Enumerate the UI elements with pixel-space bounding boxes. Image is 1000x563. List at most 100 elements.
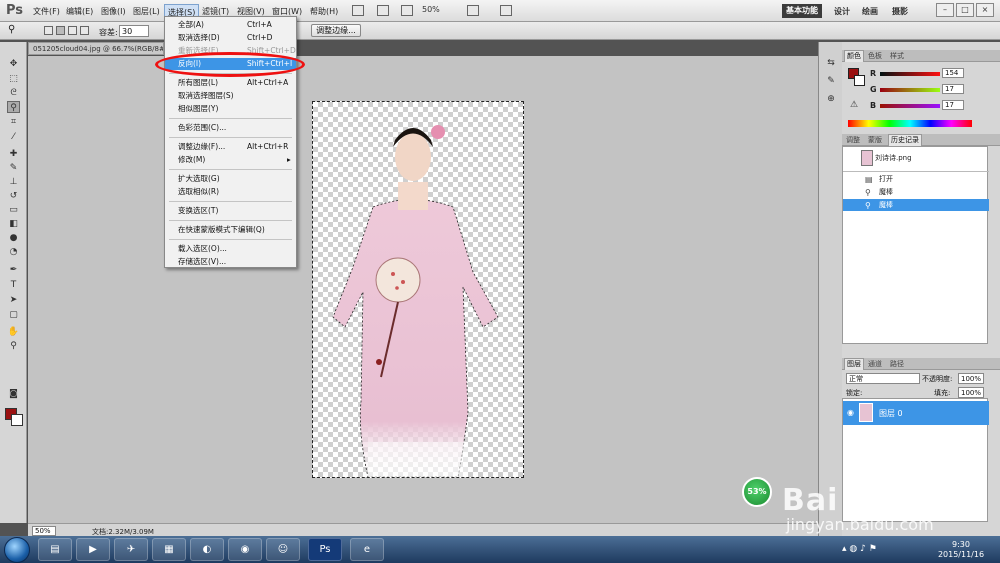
- gradient-tool-icon[interactable]: ◧: [7, 218, 20, 230]
- opacity-input[interactable]: 100%: [958, 373, 984, 384]
- start-button[interactable]: [4, 537, 30, 563]
- document-tab[interactable]: 051205cloud04.jpg @ 66.7%(RGB/8#): [28, 42, 164, 55]
- blue-value-input[interactable]: 17: [942, 100, 964, 110]
- gamut-warning-icon[interactable]: ⚠: [850, 100, 858, 110]
- menu-item-color-range[interactable]: 色彩范围(C)...: [165, 122, 296, 134]
- view-extras-icon[interactable]: [401, 5, 413, 16]
- menu-item-grow[interactable]: 扩大选取(G): [165, 173, 296, 185]
- move-tool-icon[interactable]: ✥: [7, 58, 20, 70]
- green-slider[interactable]: [880, 88, 940, 92]
- tab-swatches[interactable]: 色板: [866, 51, 884, 61]
- color-spectrum-ramp[interactable]: [848, 120, 972, 127]
- bridge-icon[interactable]: [352, 5, 364, 16]
- menu-item-deselect[interactable]: 取消选择(D) Ctrl+D: [165, 32, 296, 44]
- minimize-button[interactable]: –: [936, 3, 954, 17]
- brush-tool-icon[interactable]: ✎: [7, 162, 20, 174]
- tab-history[interactable]: 历史记录: [888, 134, 922, 146]
- brush-presets-icon[interactable]: ✎: [825, 76, 837, 87]
- arrange-documents-icon[interactable]: [500, 5, 512, 16]
- menu-file[interactable]: 文件(F): [33, 6, 60, 17]
- menu-layer[interactable]: 图层(L): [133, 6, 160, 17]
- pen-tool-icon[interactable]: ✒: [7, 264, 20, 276]
- blue-slider[interactable]: [880, 104, 940, 108]
- zoom-status-field[interactable]: 50%: [32, 526, 56, 536]
- layer-name[interactable]: 图层 0: [879, 408, 903, 419]
- history-panel-icon[interactable]: ⇆: [825, 58, 837, 69]
- fill-input[interactable]: 100%: [958, 387, 984, 398]
- workspace-photography[interactable]: 摄影: [892, 6, 908, 17]
- red-slider[interactable]: [880, 72, 940, 76]
- tray-arrow-icon[interactable]: ▴: [842, 544, 847, 554]
- magic-wand-tool-icon[interactable]: ⚲: [7, 101, 20, 113]
- zoom-tool-icon[interactable]: ⚲: [7, 340, 20, 352]
- menu-image[interactable]: 图像(I): [101, 6, 126, 17]
- history-snapshot[interactable]: 刘诗诗.png: [843, 152, 989, 164]
- flag-icon[interactable]: ⚑: [869, 544, 877, 554]
- shape-tool-icon[interactable]: ▢: [7, 309, 20, 321]
- color-panel-bg-swatch[interactable]: [854, 75, 865, 86]
- red-value-input[interactable]: 154: [942, 68, 964, 78]
- tab-layers[interactable]: 图层: [844, 358, 864, 370]
- tab-adjustments[interactable]: 调整: [844, 135, 862, 145]
- menu-help[interactable]: 帮助(H): [310, 6, 338, 17]
- workspace-essentials-button[interactable]: 基本功能: [782, 4, 822, 18]
- menu-item-save-selection[interactable]: 存储选区(V)...: [165, 256, 296, 268]
- zoom-level-dropdown[interactable]: 50%: [422, 5, 460, 17]
- tab-channels[interactable]: 通道: [866, 359, 884, 369]
- healing-brush-icon[interactable]: ✚: [7, 148, 20, 160]
- tab-styles[interactable]: 样式: [888, 51, 906, 61]
- photoshop-taskbar-icon[interactable]: Ps: [308, 538, 342, 561]
- menu-item-similar-layers[interactable]: 相似图层(Y): [165, 103, 296, 115]
- background-color-swatch[interactable]: [11, 414, 23, 426]
- subtract-selection-icon[interactable]: [68, 26, 77, 35]
- menu-item-select-all[interactable]: 全部(A) Ctrl+A: [165, 19, 296, 31]
- menu-item-load-selection[interactable]: 载入选区(O)...: [165, 243, 296, 255]
- menu-item-refine-edge[interactable]: 调整边缘(F)... Alt+Ctrl+R: [165, 141, 296, 153]
- menu-item-all-layers[interactable]: 所有图层(L) Alt+Ctrl+A: [165, 77, 296, 89]
- add-to-selection-icon[interactable]: [56, 26, 65, 35]
- workspace-painting[interactable]: 绘画: [862, 6, 878, 17]
- hand-tool-icon[interactable]: [467, 5, 479, 16]
- marquee-tool-icon[interactable]: ⬚: [7, 73, 20, 85]
- explorer-taskbar-icon[interactable]: ▤: [38, 538, 72, 561]
- hand-tool-icon[interactable]: ✋: [7, 326, 20, 338]
- type-tool-icon[interactable]: T: [7, 279, 20, 291]
- quick-mask-icon[interactable]: ◙: [7, 388, 20, 400]
- green-app-taskbar-icon[interactable]: ◉: [228, 538, 262, 561]
- internet-explorer-taskbar-icon[interactable]: e: [350, 538, 384, 561]
- image-canvas[interactable]: [312, 101, 524, 478]
- path-selection-icon[interactable]: ➤: [7, 294, 20, 306]
- blur-tool-icon[interactable]: ●: [7, 232, 20, 244]
- menu-item-deselect-layers[interactable]: 取消选择图层(S): [165, 90, 296, 102]
- crop-tool-icon[interactable]: ⌗: [7, 116, 20, 128]
- volume-icon[interactable]: ♪: [860, 544, 866, 554]
- menu-item-transform-selection[interactable]: 变换选区(T): [165, 205, 296, 217]
- bird-app-taskbar-icon[interactable]: ✈: [114, 538, 148, 561]
- lasso-tool-icon[interactable]: ᘓ: [7, 87, 20, 99]
- character-app-taskbar-icon[interactable]: ☺: [266, 538, 300, 561]
- magic-wand-preset-icon[interactable]: ⚲: [8, 24, 15, 35]
- media-player-taskbar-icon[interactable]: ▶: [76, 538, 110, 561]
- red-app-taskbar-icon[interactable]: ◐: [190, 538, 224, 561]
- tab-masks[interactable]: 蒙版: [866, 135, 884, 145]
- tab-paths[interactable]: 路径: [888, 359, 906, 369]
- system-clock[interactable]: 9:30 2015/11/16: [936, 540, 986, 560]
- menu-item-modify[interactable]: 修改(M) ▸: [165, 154, 296, 166]
- calculator-taskbar-icon[interactable]: ▦: [152, 538, 186, 561]
- maximize-button[interactable]: □: [956, 3, 974, 17]
- dodge-tool-icon[interactable]: ◔: [7, 246, 20, 258]
- new-selection-icon[interactable]: [44, 26, 53, 35]
- tab-color[interactable]: 颜色: [844, 50, 864, 62]
- clone-source-icon[interactable]: ⊕: [825, 94, 837, 105]
- menu-item-quick-mask[interactable]: 在快速蒙版模式下编辑(Q): [165, 224, 296, 236]
- eyedropper-tool-icon[interactable]: ⁄: [7, 131, 20, 143]
- mini-bridge-icon[interactable]: [377, 5, 389, 16]
- clone-stamp-icon[interactable]: ⊥: [7, 176, 20, 188]
- refine-edge-button[interactable]: 调整边缘...: [311, 24, 361, 37]
- history-brush-icon[interactable]: ↺: [7, 190, 20, 202]
- workspace-design[interactable]: 设计: [834, 6, 850, 17]
- layer-visibility-eye-icon[interactable]: ◉: [847, 408, 854, 417]
- blend-mode-select[interactable]: 正常: [846, 373, 920, 384]
- tolerance-input[interactable]: 30: [119, 25, 149, 37]
- layer-row[interactable]: ◉ 图层 0: [843, 401, 989, 425]
